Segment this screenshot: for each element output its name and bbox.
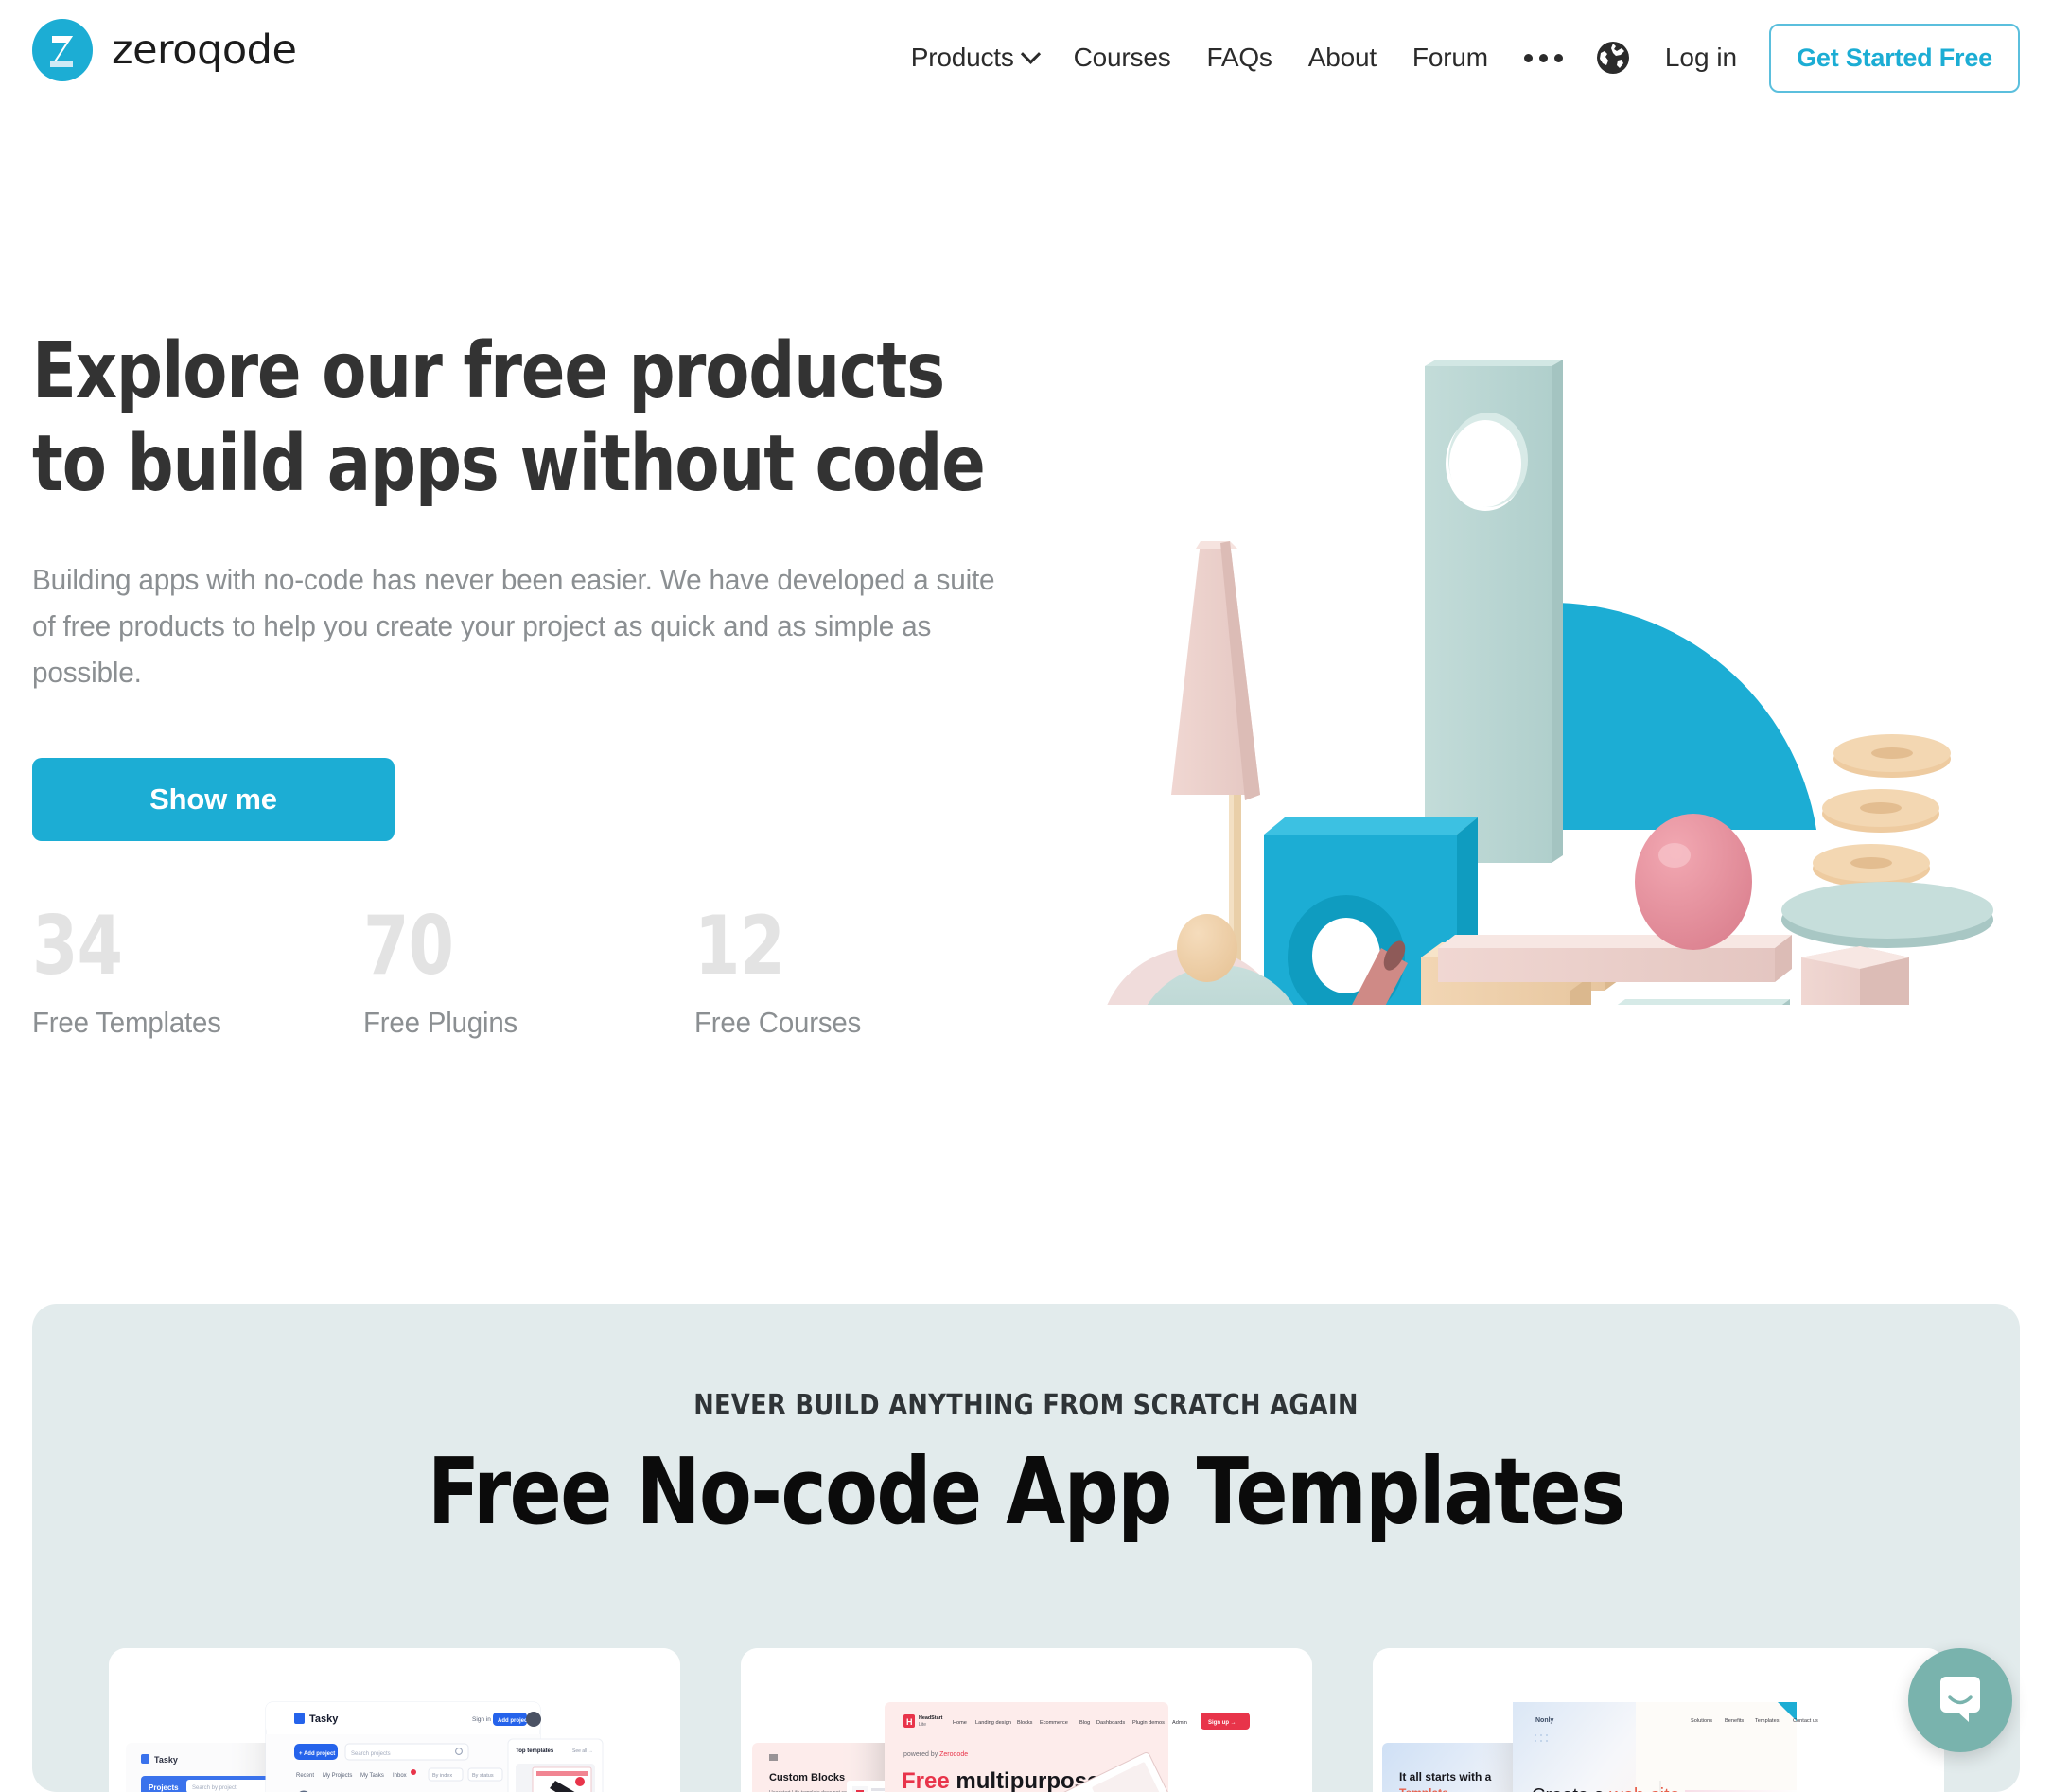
svg-text:See all →: See all → <box>572 1748 593 1754</box>
svg-text:Sign up →: Sign up → <box>1208 1720 1236 1726</box>
nav-item-faqs[interactable]: FAQs <box>1207 43 1272 73</box>
zeroqode-z-logo-icon <box>32 19 93 81</box>
svg-text:Dashboards: Dashboards <box>1096 1720 1125 1726</box>
svg-text:My Projects: My Projects <box>323 1773 352 1779</box>
svg-text:Contact us: Contact us <box>1793 1718 1818 1724</box>
svg-text:Tasky: Tasky <box>154 1755 178 1765</box>
svg-text:Inbox: Inbox <box>393 1773 407 1779</box>
svg-text:HeadStart: HeadStart <box>919 1715 943 1721</box>
svg-text:Benefits: Benefits <box>1725 1718 1744 1724</box>
svg-text:Add project: Add project <box>498 1718 529 1724</box>
template-cards-row: Tasky Projects Search by project Project… <box>32 1648 2020 1792</box>
svg-text:Home: Home <box>953 1720 967 1726</box>
page-root: zeroqode Products Courses FAQs About For… <box>0 0 2052 1792</box>
svg-text:Projects: Projects <box>149 1783 179 1792</box>
stat-label: Free Plugins <box>363 1006 518 1039</box>
stat-free-courses: 12 Free Courses <box>694 905 1026 1040</box>
nav-item-forum[interactable]: Forum <box>1412 43 1488 73</box>
stat-label: Free Templates <box>32 1006 221 1039</box>
svg-text:Solutions: Solutions <box>1691 1718 1712 1724</box>
template-card-startup-website[interactable]: It all starts with a Template Save time … <box>1372 1648 1944 1792</box>
hero-stats: 34 Free Templates 70 Free Plugins 12 Fre… <box>32 905 1073 1040</box>
ellipsis-dot <box>1538 53 1548 62</box>
svg-text:H: H <box>906 1717 913 1727</box>
stat-value: 12 <box>694 899 785 993</box>
svg-text:Free multipurpose: Free multipurpose <box>902 1768 1099 1792</box>
site-header: zeroqode Products Courses FAQs About For… <box>0 0 2052 115</box>
brand-logo[interactable]: zeroqode <box>32 19 297 81</box>
stat-free-plugins: 70 Free Plugins <box>363 905 694 1040</box>
svg-text:+ Add project: + Add project <box>299 1751 335 1757</box>
svg-text:Top templates: Top templates <box>516 1748 554 1754</box>
svg-text:Nonly: Nonly <box>1535 1717 1554 1724</box>
hero-title-line-2: to build apps without code <box>32 419 986 509</box>
get-started-free-button[interactable]: Get Started Free <box>1769 23 2020 93</box>
svg-text:Ecommerce: Ecommerce <box>1040 1720 1068 1726</box>
svg-text:Tasky: Tasky <box>309 1713 339 1725</box>
svg-text:Template: Template <box>1399 1786 1448 1792</box>
section-eyebrow: NEVER BUILD ANYTHING FROM SCRATCH AGAIN <box>693 1389 1359 1422</box>
svg-text:Recent: Recent <box>296 1773 314 1779</box>
svg-text:Admin: Admin <box>1172 1720 1187 1726</box>
svg-text:Blocks: Blocks <box>1017 1720 1033 1726</box>
template-card-multipurpose[interactable]: Custom Blocks Headstart Life template do… <box>740 1648 1312 1792</box>
hero-title-line-1: Explore our free products <box>32 326 945 416</box>
svg-text:Templates: Templates <box>1755 1718 1780 1724</box>
ellipsis-dot <box>1523 53 1533 62</box>
svg-text:Plugin demos: Plugin demos <box>1132 1720 1165 1726</box>
svg-text:Create a web-site: Create a web-site <box>1532 1785 1680 1792</box>
nav-item-products[interactable]: Products <box>910 43 1041 73</box>
hero-section: Explore our free products to build apps … <box>0 115 2052 1289</box>
svg-text:Landing design: Landing design <box>975 1720 1011 1726</box>
section-title: Free No-code App Templates <box>427 1438 1626 1545</box>
svg-text:By index: By index <box>432 1773 452 1779</box>
free-templates-section: NEVER BUILD ANYTHING FROM SCRATCH AGAIN … <box>32 1304 2020 1792</box>
chat-bubble-icon[interactable] <box>1908 1648 2012 1752</box>
ellipsis-icon[interactable] <box>1523 53 1563 62</box>
show-me-button[interactable]: Show me <box>32 758 395 841</box>
nav-item-products-label: Products <box>910 43 1014 72</box>
brand-name: zeroqode <box>112 26 297 74</box>
page-title: Explore our free products to build apps … <box>32 325 1000 511</box>
nav-item-about[interactable]: About <box>1308 43 1377 73</box>
hero-subtitle: Building apps with no-code has never bee… <box>32 563 995 689</box>
template-card-tasky[interactable]: Tasky Projects Search by project Project… <box>108 1648 680 1792</box>
stat-free-templates: 34 Free Templates <box>32 905 363 1040</box>
login-link[interactable]: Log in <box>1665 43 1737 73</box>
svg-text:It all starts with a: It all starts with a <box>1399 1770 1492 1783</box>
svg-text:Lite: Lite <box>919 1722 926 1728</box>
svg-text:Search by project: Search by project <box>192 1785 237 1791</box>
hero-copy: Explore our free products to build apps … <box>32 325 1073 1040</box>
svg-text:Sign in: Sign in <box>472 1716 491 1723</box>
svg-text:My Tasks: My Tasks <box>360 1773 384 1779</box>
svg-text:By status: By status <box>472 1773 494 1779</box>
stat-value: 70 <box>363 899 454 993</box>
svg-text:powered by Zeroqode: powered by Zeroqode <box>903 1751 968 1758</box>
nav-item-courses[interactable]: Courses <box>1074 43 1171 73</box>
stat-label: Free Courses <box>694 1006 862 1039</box>
svg-text:Blog: Blog <box>1079 1720 1090 1726</box>
globe-icon[interactable] <box>1595 40 1631 76</box>
svg-text:Custom Blocks: Custom Blocks <box>769 1772 845 1783</box>
main-nav: Products Courses FAQs About Forum Log in… <box>911 0 2020 115</box>
ellipsis-dot <box>1553 53 1563 62</box>
stat-value: 34 <box>32 899 123 993</box>
hero-illustration <box>1079 295 2052 1005</box>
chevron-down-icon <box>1020 44 1041 64</box>
svg-text:Search projects: Search projects <box>351 1751 391 1757</box>
